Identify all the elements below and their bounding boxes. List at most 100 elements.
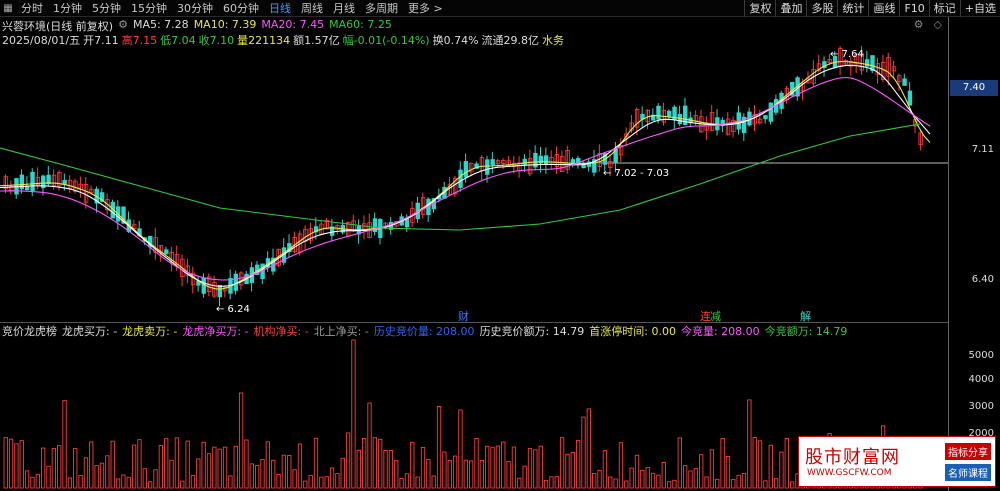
volume-bar	[297, 443, 303, 489]
toolbar-button[interactable]: 标记	[928, 0, 960, 17]
volume-bar	[581, 416, 586, 489]
sector-label[interactable]: 水务	[542, 32, 564, 47]
toolbar-button[interactable]: +自选	[959, 0, 1000, 17]
volume-bar	[115, 478, 121, 489]
volume-bar	[201, 441, 206, 489]
volume-bar	[586, 408, 592, 489]
volume-bar	[164, 438, 169, 489]
volume-bar	[46, 465, 51, 489]
toolbar-button[interactable]: 复权	[744, 0, 775, 17]
candle-body	[217, 284, 222, 298]
candle-body	[490, 159, 495, 166]
candle-body	[485, 159, 490, 175]
diamond-icon[interactable]: ◇	[934, 18, 942, 31]
volume-bar	[608, 476, 613, 489]
candle-body	[404, 218, 410, 228]
watermark-tag-course[interactable]: 名师课程	[945, 464, 991, 481]
sub-indicator-name[interactable]: 竞价龙虎榜	[2, 323, 57, 338]
volume-bar	[485, 445, 490, 489]
volume-bar	[3, 436, 8, 489]
period-tab[interactable]: 月线	[328, 0, 360, 17]
period-tab[interactable]: 30分钟	[172, 0, 218, 17]
period-tab[interactable]: 分时	[16, 0, 48, 17]
toolbar-button[interactable]: F10	[899, 0, 928, 17]
volume-bar	[763, 480, 768, 489]
volume-bar	[67, 477, 73, 489]
menu-grid-icon[interactable]: ▦	[0, 0, 16, 17]
volume-bar	[683, 465, 688, 489]
volume-bar	[345, 432, 351, 489]
vol-axis-label-5000: 5000	[968, 350, 994, 361]
chart-corner-icons: ⚙ ◇	[914, 18, 942, 31]
event-marker-jian: 减	[710, 310, 721, 322]
settings-icon[interactable]: ⚙	[914, 18, 924, 31]
volume-bar	[645, 467, 650, 489]
period-tab[interactable]: 多周期	[360, 0, 403, 17]
sub-indicator-item: 首涨停时间: 0.00	[589, 324, 676, 338]
sub-indicator-item: 机构净买: -	[253, 324, 309, 338]
volume-bar	[463, 459, 468, 489]
watermark-tag-share[interactable]: 指标分享	[945, 443, 991, 460]
volume-bar	[99, 462, 105, 489]
volume-bar	[415, 476, 420, 489]
volume-bar	[533, 449, 538, 489]
volume-bar	[773, 478, 779, 489]
volume-bar	[212, 446, 217, 489]
ma5-value: MA5: 7.28	[132, 18, 189, 31]
event-marker-cai: 财	[458, 309, 469, 322]
period-tab[interactable]: 周线	[296, 0, 328, 17]
sub-indicator-header: 竞价龙虎榜 龙虎买万: - 龙虎卖万: - 龙虎净买万: - 机构净买: - 北上净买:…	[0, 322, 948, 338]
range-marker: ← 7.02 - 7.03	[603, 168, 669, 179]
volume-bar	[308, 475, 313, 489]
volume-bar	[747, 399, 752, 489]
volume-bar	[784, 437, 789, 489]
toolbar-button[interactable]: 统计	[837, 0, 868, 17]
volume-bar	[367, 402, 372, 489]
toolbar-button[interactable]: 画线	[868, 0, 899, 17]
period-tab[interactable]: 更多 >	[403, 0, 448, 17]
toolbar-button[interactable]: 叠加	[775, 0, 806, 17]
volume-bar	[757, 440, 763, 489]
volume-bar	[709, 449, 715, 489]
volume-bar	[83, 457, 89, 489]
top-toolbar: ▦ 分时 1分钟 5分钟 15分钟 30分钟 60分钟 日线 周线 月线 多周期 更多 > 复权 叠加…	[0, 0, 1000, 17]
stock-name[interactable]: 兴蓉环境(日线 前复权)	[2, 18, 113, 33]
volume-bar	[51, 447, 57, 489]
volume-bar	[319, 476, 324, 489]
volume-bar	[196, 458, 201, 489]
ma60-value: MA60: 7.25	[329, 18, 392, 31]
volume-bar	[169, 459, 174, 489]
volume-bar	[474, 437, 479, 489]
volume-bar	[73, 448, 78, 489]
vol-axis-label-3000: 3000	[968, 401, 994, 412]
volume-bar	[506, 461, 511, 489]
volume-bar	[190, 475, 196, 489]
volume-bar	[426, 459, 431, 489]
volume-bar	[281, 454, 287, 489]
toolbar-button[interactable]: 多股	[806, 0, 837, 17]
volume-bar	[570, 452, 575, 489]
candlestick-chart[interactable]: ← 7.64 ← 6.24 ← 7.02 - 7.03 财 减 解 连	[0, 46, 948, 322]
indicator-settings-icon[interactable]: ⚙	[118, 18, 128, 33]
volume-bar	[24, 470, 30, 489]
period-tab[interactable]: 60分钟	[218, 0, 264, 17]
period-tab[interactable]: 15分钟	[126, 0, 172, 17]
volume-bar	[94, 465, 99, 489]
volume-bar	[147, 481, 153, 489]
volume-bar	[276, 473, 281, 489]
period-tab[interactable]: 1分钟	[48, 0, 87, 17]
period-tab[interactable]: 5分钟	[87, 0, 126, 17]
volume-bar	[292, 469, 297, 489]
volume-bar	[126, 476, 131, 489]
volume-bar	[672, 479, 677, 489]
amount-label: 额1.57亿	[293, 34, 340, 47]
volume-bar	[131, 444, 137, 489]
date-label: 2025/08/01/五	[2, 34, 81, 47]
candle-body	[907, 90, 913, 106]
volume-bar	[704, 476, 709, 489]
high-label: 高7.15	[121, 34, 158, 47]
volume-bar	[431, 475, 436, 489]
period-tab[interactable]: 日线	[264, 0, 296, 17]
volume-bar	[324, 476, 329, 489]
open-label: 开7.11	[83, 34, 119, 47]
